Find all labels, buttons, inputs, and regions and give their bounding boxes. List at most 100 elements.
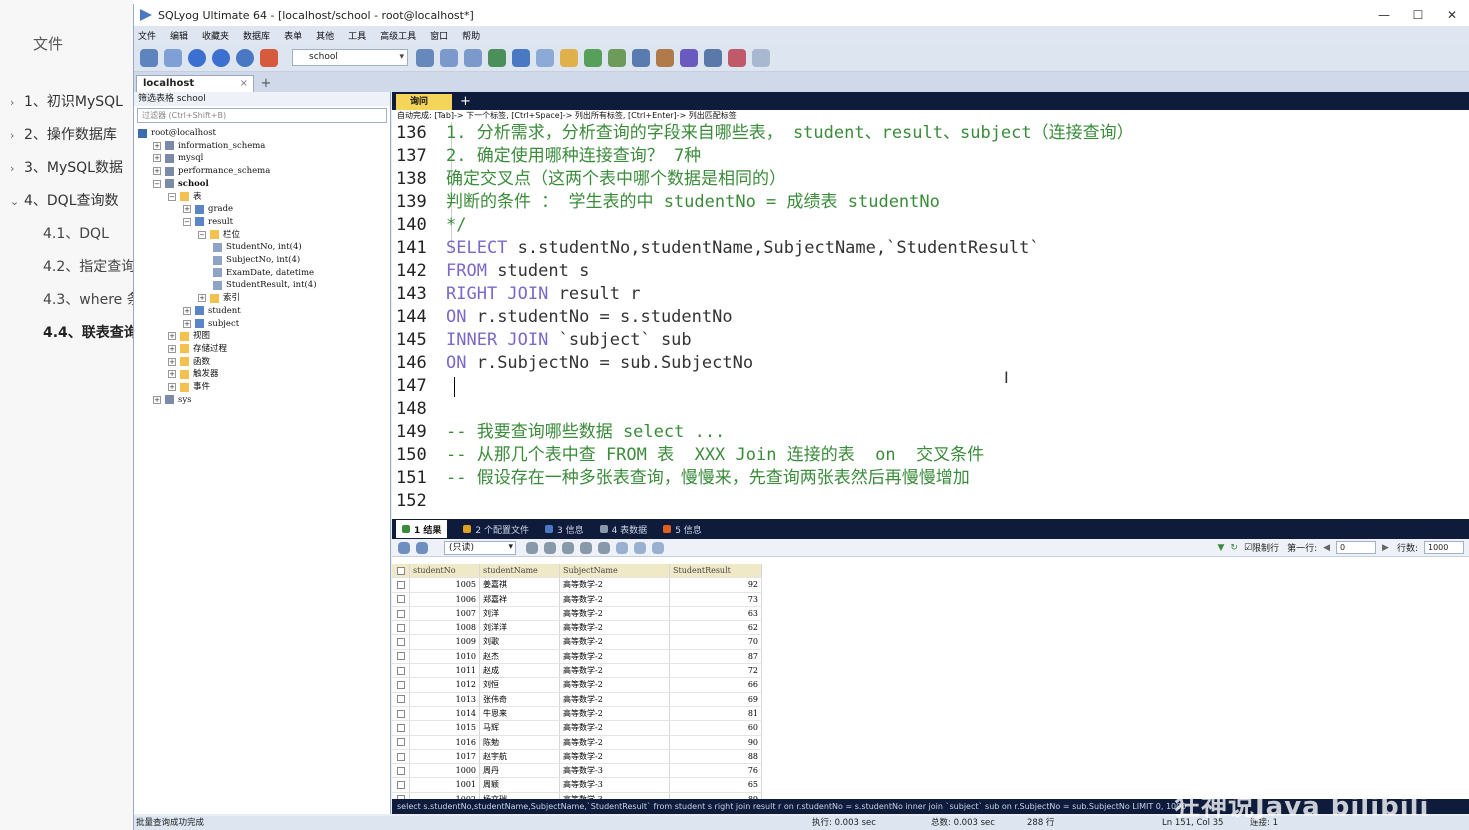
import-icon[interactable] xyxy=(488,48,506,67)
tree-node[interactable]: + sys xyxy=(153,394,192,406)
table-cell[interactable]: 1012 xyxy=(410,678,480,692)
row-checkbox[interactable] xyxy=(392,592,410,606)
table-row[interactable]: 1009 刘歌 高等数学-2 70 xyxy=(392,635,762,650)
result-tab-5[interactable]: 5 信息 xyxy=(663,523,702,536)
table-cell[interactable]: 赵宇航 xyxy=(480,749,560,764)
reset-icon[interactable] xyxy=(598,541,610,554)
row-checkbox[interactable] xyxy=(392,635,410,649)
table-cell[interactable]: 1016 xyxy=(410,735,480,749)
table-row[interactable]: 1015 马辉 高等数学-2 60 xyxy=(392,721,762,736)
tree-node[interactable]: + subject xyxy=(183,318,239,330)
scheduler-icon[interactable] xyxy=(656,48,674,67)
table-row[interactable]: 1007 刘洋 高等数学-2 63 xyxy=(392,606,762,622)
new-query-icon[interactable] xyxy=(164,48,182,67)
table-cell[interactable]: 牛恩来 xyxy=(480,706,560,721)
table-row[interactable]: 1013 张伟奇 高等数学-2 69 xyxy=(392,692,762,707)
table-cell[interactable]: 1009 xyxy=(410,635,480,649)
table-row[interactable]: 1014 牛恩来 高等数学-2 81 xyxy=(392,706,762,722)
tree-node[interactable]: + 触发器 xyxy=(168,368,219,380)
connection-tab-localhost[interactable]: localhost × xyxy=(136,75,254,92)
checkbox-icon[interactable] xyxy=(396,695,405,704)
analyzer-icon[interactable] xyxy=(728,48,746,67)
table-cell[interactable]: 92 xyxy=(670,578,762,592)
copy-results-icon[interactable] xyxy=(416,541,428,554)
prev-page-icon[interactable]: ◀ xyxy=(1323,543,1330,553)
expand-icon[interactable]: + xyxy=(168,332,176,341)
query-builder-icon[interactable] xyxy=(608,48,626,67)
database-select[interactable]: school xyxy=(292,49,408,66)
result-tab-4[interactable]: 4 表数据 xyxy=(599,523,647,536)
column-header[interactable]: studentNo xyxy=(410,564,480,578)
collapse-icon[interactable]: − xyxy=(198,230,206,239)
maximize-button[interactable]: ☐ xyxy=(1401,8,1435,22)
add-connection-tab-button[interactable]: + xyxy=(258,76,274,92)
table-cell[interactable]: 高等数学-2 xyxy=(560,606,670,621)
table-cell[interactable]: 周颖 xyxy=(480,778,560,792)
table-cell[interactable]: 赵杰 xyxy=(480,649,560,664)
expand-icon[interactable]: + xyxy=(183,306,191,315)
table-cell[interactable]: 88 xyxy=(670,749,762,764)
table-cell[interactable]: 姜嘉祺 xyxy=(480,578,560,592)
expand-icon[interactable]: + xyxy=(183,205,191,214)
designer-icon[interactable] xyxy=(632,48,650,67)
table-cell[interactable]: 刘洋洋 xyxy=(480,621,560,635)
add-row-icon[interactable] xyxy=(526,541,538,554)
tree-node[interactable]: − 栏位 xyxy=(198,229,240,241)
outline-item-2[interactable]: › 2、操作数据库 xyxy=(10,124,117,144)
table-cell[interactable]: 62 xyxy=(670,621,762,635)
profiler-icon[interactable] xyxy=(704,48,722,67)
expand-icon[interactable]: + xyxy=(168,383,176,391)
table-cell[interactable]: 73 xyxy=(670,592,762,606)
table-row[interactable]: 1016 陈勉 高等数学-2 90 xyxy=(392,735,762,750)
tree-node[interactable]: + mysql xyxy=(153,152,203,164)
table-cell[interactable]: 高等数学-2 xyxy=(560,692,670,706)
rows-input[interactable]: 1000 xyxy=(1424,541,1464,554)
table-cell[interactable]: 周丹 xyxy=(480,764,560,778)
row-checkbox[interactable] xyxy=(392,678,410,692)
menu-item-5[interactable]: 其他 xyxy=(316,29,334,42)
add-query-tab-button[interactable]: + xyxy=(460,94,471,110)
row-checkbox[interactable] xyxy=(392,621,410,635)
text-view-icon[interactable] xyxy=(652,541,664,554)
checkbox-icon[interactable] xyxy=(396,681,405,690)
checkbox-icon[interactable] xyxy=(396,652,405,661)
checkbox-icon[interactable] xyxy=(396,623,405,632)
menu-item-7[interactable]: 高级工具 xyxy=(380,29,416,42)
table-cell[interactable]: 1010 xyxy=(410,649,480,664)
next-page-icon[interactable]: ▶ xyxy=(1382,543,1389,553)
table-cell[interactable]: 76 xyxy=(670,764,762,778)
table-row[interactable]: 1012 刘恒 高等数学-2 66 xyxy=(392,678,762,693)
export-results-icon[interactable] xyxy=(398,541,410,554)
expand-icon[interactable]: + xyxy=(168,370,176,379)
stop-icon[interactable] xyxy=(236,48,254,67)
row-checkbox[interactable] xyxy=(392,721,410,735)
outline-item-1[interactable]: › 1、初识MySQL xyxy=(10,91,123,111)
outline-subitem-4-2[interactable]: 4.2、指定查询 xyxy=(43,256,135,276)
outline-subitem-4-4[interactable]: 4.4、联表查询 xyxy=(43,322,138,342)
table-row[interactable]: 1011 赵成 高等数学-2 72 xyxy=(392,664,762,679)
table-cell[interactable]: 陈勉 xyxy=(480,735,560,749)
expand-icon[interactable]: + xyxy=(168,344,176,353)
table-cell[interactable]: 1005 xyxy=(410,578,480,592)
table-cell[interactable]: 高等数学-2 xyxy=(560,649,670,664)
checkbox-icon[interactable] xyxy=(396,781,405,790)
table-cell[interactable]: 1007 xyxy=(410,606,480,621)
table-cell[interactable]: 81 xyxy=(670,706,762,721)
outline-subitem-4-3[interactable]: 4.3、where 条 xyxy=(43,289,141,309)
menu-item-0[interactable]: 文件 xyxy=(138,29,156,42)
row-checkbox[interactable] xyxy=(392,764,410,778)
tree-node[interactable]: StudentNo, int(4) xyxy=(213,241,302,253)
delete-icon[interactable] xyxy=(580,541,592,554)
filter-icon[interactable]: ▼ xyxy=(1218,543,1225,553)
grid-view-icon[interactable] xyxy=(616,541,628,554)
table-cell[interactable]: 高等数学-2 xyxy=(560,592,670,606)
column-header[interactable]: SubjectName xyxy=(560,564,670,578)
collapse-icon[interactable]: − xyxy=(183,217,191,226)
backup-icon[interactable] xyxy=(440,48,458,67)
row-checkbox[interactable] xyxy=(392,664,410,678)
user-icon[interactable] xyxy=(416,48,434,67)
checkbox-icon[interactable] xyxy=(396,709,405,718)
checkbox-icon[interactable] xyxy=(396,666,405,675)
table-cell[interactable]: 高等数学-2 xyxy=(560,621,670,635)
minimize-button[interactable]: — xyxy=(1367,8,1401,22)
